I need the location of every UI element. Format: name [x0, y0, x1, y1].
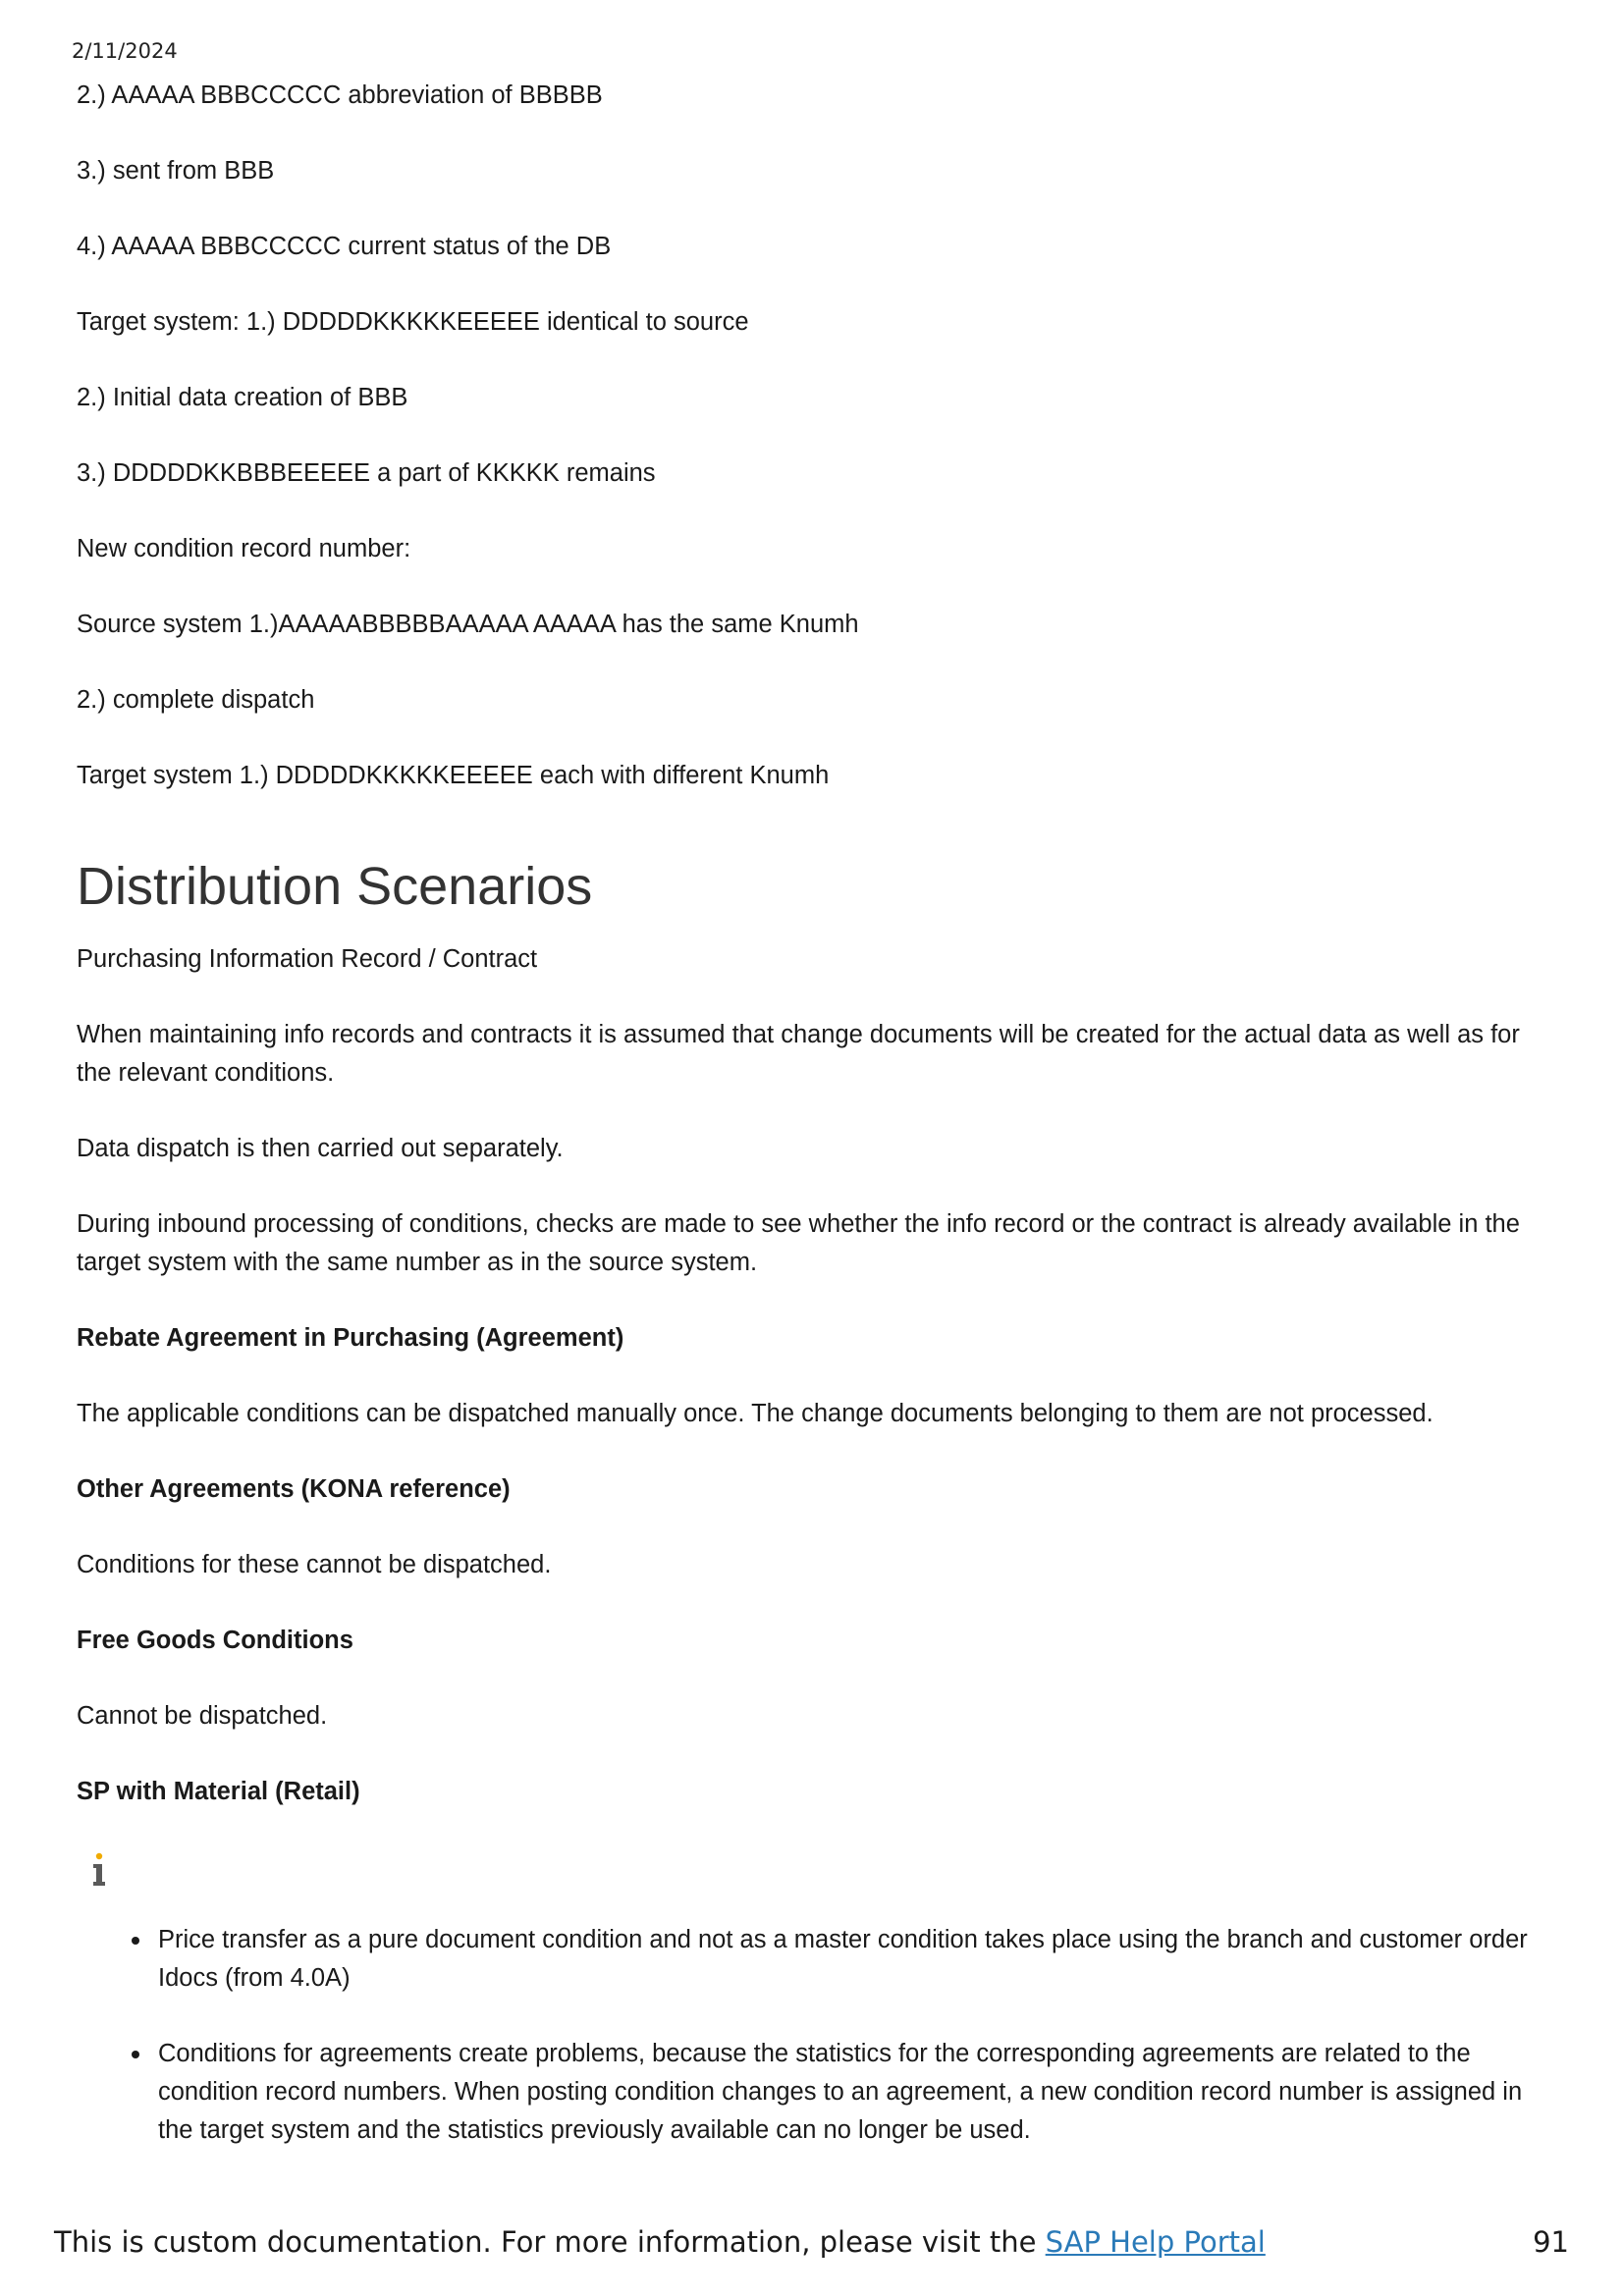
- document-date: 2/11/2024: [72, 39, 178, 63]
- text-line: 4.) AAAAA BBBCCCCC current status of the…: [77, 233, 612, 260]
- subheading-other-agreements: Other Agreements (KONA reference): [77, 1475, 511, 1503]
- text-line: Source system 1.)AAAAABBBBBAAAAA AAAAA h…: [77, 611, 859, 638]
- section-subtitle: Purchasing Information Record / Contract: [77, 945, 538, 973]
- page-footer: This is custom documentation. For more i…: [54, 2225, 1569, 2259]
- text-line: New condition record number:: [77, 535, 411, 562]
- info-icon: [93, 1852, 105, 1886]
- bullet-list: Price transfer as a pure document condit…: [77, 1921, 1549, 2150]
- text-line: Target system 1.) DDDDDKKKKKEEEEE each w…: [77, 762, 830, 789]
- page-number: 91: [1533, 2225, 1569, 2259]
- paragraph: Cannot be dispatched.: [77, 1702, 328, 1730]
- document-body: 2.) AAAAA BBBCCCCC abbreviation of BBBBB…: [77, 77, 1549, 2187]
- subheading-rebate: Rebate Agreement in Purchasing (Agreemen…: [77, 1324, 624, 1352]
- text-line: Target system: 1.) DDDDDKKKKKEEEEE ident…: [77, 308, 749, 336]
- list-item: Conditions for agreements create problem…: [132, 2035, 1549, 2150]
- paragraph: The applicable conditions can be dispatc…: [77, 1400, 1434, 1427]
- text-line: 2.) complete dispatch: [77, 686, 315, 714]
- text-line: 2.) AAAAA BBBCCCCC abbreviation of BBBBB: [77, 81, 603, 109]
- paragraph: When maintaining info records and contra…: [77, 1021, 1520, 1087]
- text-line: 3.) DDDDDKKBBBEEEEE a part of KKKKK rema…: [77, 459, 656, 487]
- section-heading: Distribution Scenarios: [77, 857, 593, 916]
- subheading-free-goods: Free Goods Conditions: [77, 1627, 353, 1654]
- sap-help-portal-link[interactable]: SAP Help Portal: [1046, 2225, 1266, 2259]
- paragraph: Data dispatch is then carried out separa…: [77, 1135, 564, 1162]
- text-line: 2.) Initial data creation of BBB: [77, 384, 408, 411]
- paragraph: Conditions for these cannot be dispatche…: [77, 1551, 552, 1578]
- list-item: Price transfer as a pure document condit…: [132, 1921, 1549, 1998]
- subheading-sp-material: SP with Material (Retail): [77, 1778, 360, 1805]
- text-line: 3.) sent from BBB: [77, 157, 275, 185]
- footer-text: This is custom documentation. For more i…: [54, 2225, 1037, 2259]
- paragraph: During inbound processing of conditions,…: [77, 1210, 1520, 1276]
